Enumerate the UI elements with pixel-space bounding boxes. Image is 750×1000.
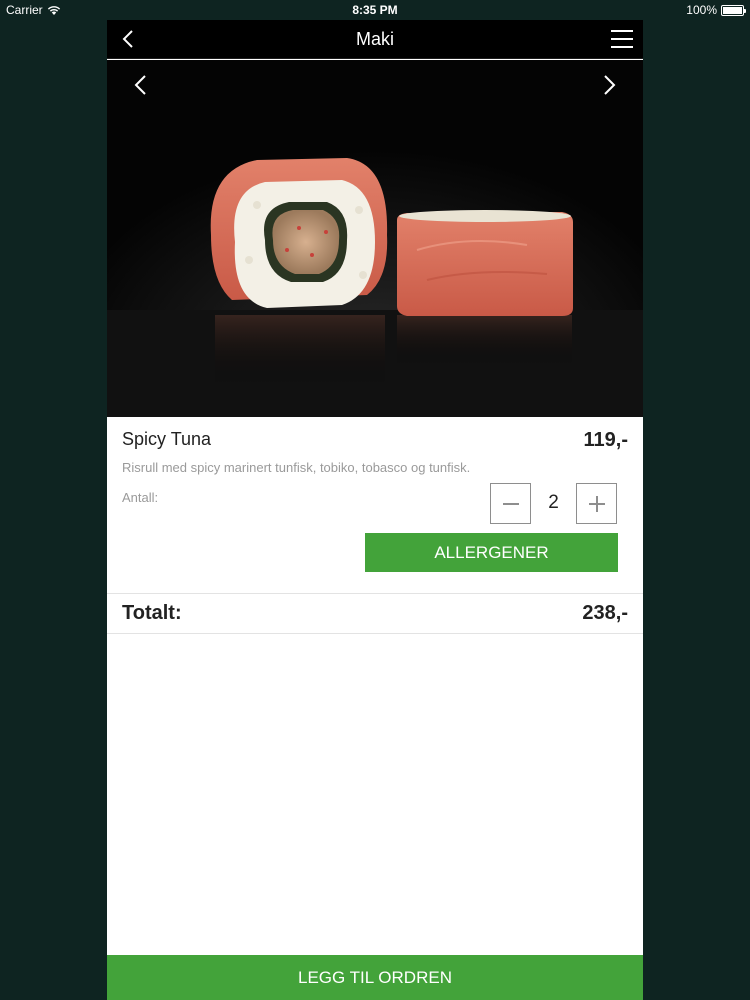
increase-quantity-button[interactable] — [576, 483, 617, 524]
battery-info: 100% — [686, 3, 746, 17]
sushi-image — [107, 60, 643, 417]
product-name: Spicy Tuna — [122, 429, 212, 449]
battery-icon — [721, 4, 746, 16]
chevron-left-icon — [134, 75, 146, 95]
plus-icon — [588, 495, 605, 512]
total-row: Totalt: 238,- — [107, 593, 643, 634]
minus-icon — [502, 502, 519, 505]
product-description: Risrull med spicy marinert tunfisk, tobi… — [122, 460, 471, 475]
chevron-right-icon — [604, 75, 616, 95]
status-time: 8:35 PM — [352, 3, 398, 17]
decrease-quantity-button[interactable] — [490, 483, 531, 524]
total-label: Totalt: — [122, 602, 182, 624]
navigation-bar: Maki — [107, 20, 643, 59]
quantity-value: 2 — [548, 492, 559, 513]
status-bar: Carrier 8:35 PM 100% — [0, 0, 750, 20]
hamburger-menu-icon[interactable] — [611, 28, 633, 50]
allergens-button[interactable]: ALLERGENER — [365, 533, 618, 572]
quantity-label: Antall: — [122, 490, 159, 505]
battery-percent: 100% — [686, 3, 717, 17]
page-title: Maki — [355, 29, 394, 49]
next-image-button[interactable] — [595, 70, 625, 100]
previous-image-button[interactable] — [125, 70, 155, 100]
product-image-carousel — [107, 60, 643, 417]
add-to-order-button[interactable]: LEGG TIL ORDREN — [107, 955, 643, 1000]
total-value: 238,- — [582, 602, 628, 624]
product-price: 119,- — [583, 429, 628, 451]
app-window: Maki Spicy Tuna 119,- Risrull med spicy … — [107, 20, 643, 1000]
